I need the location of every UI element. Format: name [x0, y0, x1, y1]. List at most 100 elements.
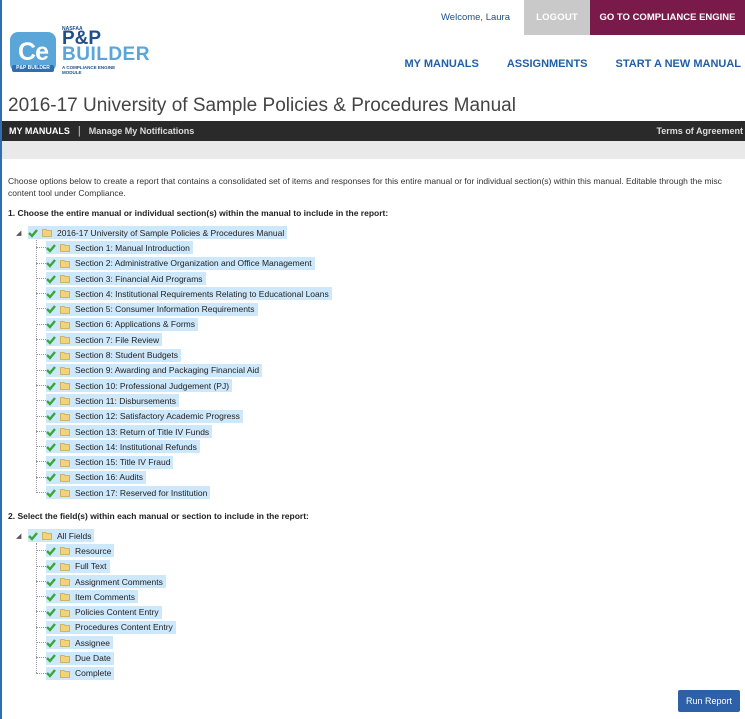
folder-icon: [60, 412, 70, 421]
nav-my-manuals[interactable]: MY MANUALS: [404, 58, 478, 70]
tree-item[interactable]: Section 4: Institutional Requirements Re…: [46, 287, 332, 301]
checkbox-checked-icon[interactable]: [46, 457, 56, 467]
tree-item[interactable]: Section 13: Return of Title IV Funds: [46, 425, 213, 438]
checkbox-checked-icon[interactable]: [46, 561, 56, 572]
checkbox-checked-icon[interactable]: [28, 531, 38, 541]
subnav-terms[interactable]: Terms of Agreement: [656, 126, 743, 136]
checkbox-checked-icon[interactable]: [46, 488, 56, 498]
checkbox-checked-icon[interactable]: [46, 258, 56, 269]
tree-item[interactable]: Assignment Comments: [46, 575, 166, 589]
tree-item-row: Section 1: Manual Introduction: [16, 240, 332, 255]
tree-item-label: Section 16: Audits: [75, 472, 144, 483]
checkbox-checked-icon[interactable]: [46, 577, 56, 587]
section1-root-node[interactable]: 2016-17 University of Sample Policies & …: [28, 226, 288, 240]
tree-item-row: Complete: [16, 666, 176, 681]
tree-item[interactable]: Section 16: Audits: [46, 470, 147, 484]
tree-item-label: Assignment Comments: [75, 576, 163, 587]
tree-item-label: Section 2: Administrative Organization a…: [75, 258, 312, 269]
tree-item[interactable]: Section 14: Institutional Refunds: [46, 440, 200, 454]
checkbox-checked-icon[interactable]: [46, 396, 56, 406]
tree-item[interactable]: Section 8: Student Budgets: [46, 348, 182, 362]
tree-item[interactable]: Section 6: Applications & Forms: [46, 317, 199, 331]
tree-item[interactable]: Section 3: Financial Aid Programs: [46, 272, 206, 286]
tree-item[interactable]: Policies Content Entry: [46, 605, 162, 619]
checkbox-checked-icon[interactable]: [46, 381, 56, 391]
tree-item-row: Section 15: Title IV Fraud: [16, 454, 332, 469]
tree-item[interactable]: Section 1: Manual Introduction: [46, 241, 193, 255]
tree-item[interactable]: Procedures Content Entry: [46, 620, 176, 634]
tree-item[interactable]: Section 7: File Review: [46, 333, 163, 347]
tree-node-label: 2016-17 University of Sample Policies & …: [57, 227, 285, 238]
tree-item-row: Section 3: Financial Aid Programs: [16, 271, 332, 286]
checkbox-checked-icon[interactable]: [46, 350, 56, 360]
checkbox-checked-icon[interactable]: [46, 622, 56, 633]
welcome-text: Welcome, Laura: [441, 12, 510, 23]
tree-item-label: Section 5: Consumer Information Requirem…: [75, 304, 255, 315]
tree-item[interactable]: Section 9: Awarding and Packaging Financ…: [46, 363, 263, 377]
tree-item-label: Complete: [75, 668, 112, 679]
subnav-notifications[interactable]: Manage My Notifications: [89, 126, 195, 136]
checkbox-checked-icon[interactable]: [46, 243, 56, 253]
checkbox-checked-icon[interactable]: [46, 472, 56, 483]
tree-item[interactable]: Section 10: Professional Judgement (PJ): [46, 379, 233, 393]
nav-start-new-manual[interactable]: START A NEW MANUAL: [616, 58, 741, 70]
checkbox-checked-icon[interactable]: [28, 228, 38, 238]
run-report-button[interactable]: Run Report: [678, 690, 740, 712]
checkbox-checked-icon[interactable]: [46, 442, 56, 452]
tree-item-row: Section 8: Student Budgets: [16, 347, 332, 362]
checkbox-checked-icon[interactable]: [46, 592, 56, 602]
checkbox-checked-icon[interactable]: [46, 653, 56, 663]
folder-icon: [60, 259, 70, 268]
tree-item[interactable]: Full Text: [46, 559, 110, 573]
checkbox-checked-icon[interactable]: [46, 607, 56, 617]
section2-root-node[interactable]: All Fields: [28, 529, 95, 543]
nav-assignments[interactable]: ASSIGNMENTS: [507, 58, 588, 70]
tree-item[interactable]: Section 5: Consumer Information Requirem…: [46, 302, 258, 316]
folder-icon: [60, 274, 70, 283]
checkbox-checked-icon[interactable]: [46, 319, 56, 330]
compliance-engine-button[interactable]: GO TO COMPLIANCE ENGINE: [590, 0, 745, 35]
checkbox-checked-icon[interactable]: [46, 289, 56, 299]
tree-item[interactable]: Complete: [46, 666, 115, 680]
tree-item[interactable]: Due Date: [46, 651, 114, 665]
tree-connector: [36, 339, 46, 341]
collapse-icon[interactable]: ◢: [16, 229, 22, 237]
folder-icon: [60, 654, 70, 663]
tree-item[interactable]: Section 12: Satisfactory Academic Progre…: [46, 409, 243, 423]
logout-button[interactable]: LOGOUT: [524, 0, 590, 35]
tree-item[interactable]: Section 15: Title IV Fraud: [46, 455, 174, 469]
tree-connector: [36, 626, 46, 628]
folder-icon: [60, 488, 70, 498]
checkbox-checked-icon[interactable]: [46, 668, 56, 679]
tree-item-row: Section 14: Institutional Refunds: [16, 439, 332, 454]
tree-item-label: Section 12: Satisfactory Academic Progre…: [75, 411, 240, 422]
folder-icon: [60, 592, 70, 602]
tree-item-label: Resource: [75, 545, 112, 556]
checkbox-checked-icon[interactable]: [46, 638, 56, 648]
subnav-my-manuals[interactable]: MY MANUALS: [9, 126, 70, 136]
pp-builder-logo[interactable]: Ce P&P BUILDER NASFAA P&P BUILDER A COMP…: [10, 26, 149, 75]
tree-item[interactable]: Assignee: [46, 636, 113, 650]
checkbox-checked-icon[interactable]: [46, 411, 56, 421]
tree-item[interactable]: Section 2: Administrative Organization a…: [46, 256, 315, 270]
tree-item[interactable]: Item Comments: [46, 590, 138, 604]
tree-item-row: Assignee: [16, 635, 176, 650]
checkbox-checked-icon[interactable]: [46, 546, 56, 556]
tree-item[interactable]: Section 11: Disbursements: [46, 394, 179, 408]
collapse-icon[interactable]: ◢: [16, 532, 22, 540]
checkbox-checked-icon[interactable]: [46, 304, 56, 314]
checkbox-checked-icon[interactable]: [46, 274, 56, 284]
section1-root-row: ◢ 2016-17 University of Sample Policies &…: [16, 225, 332, 240]
tree-item[interactable]: Resource: [46, 544, 115, 558]
checkbox-checked-icon[interactable]: [46, 427, 56, 437]
tree-connector: [36, 596, 46, 598]
tree-item-row: Due Date: [16, 650, 176, 665]
checkbox-checked-icon[interactable]: [46, 335, 56, 345]
checkbox-checked-icon[interactable]: [46, 365, 56, 376]
tree-item[interactable]: Section 17: Reserved for Institution: [46, 486, 211, 500]
folder-icon: [60, 289, 70, 299]
section2-heading: 2. Select the field(s) within each manua…: [8, 511, 309, 521]
grey-bar: [2, 141, 745, 159]
tree-connector: [36, 657, 46, 659]
main-nav: MY MANUALS ASSIGNMENTS START A NEW MANUA…: [404, 58, 741, 70]
